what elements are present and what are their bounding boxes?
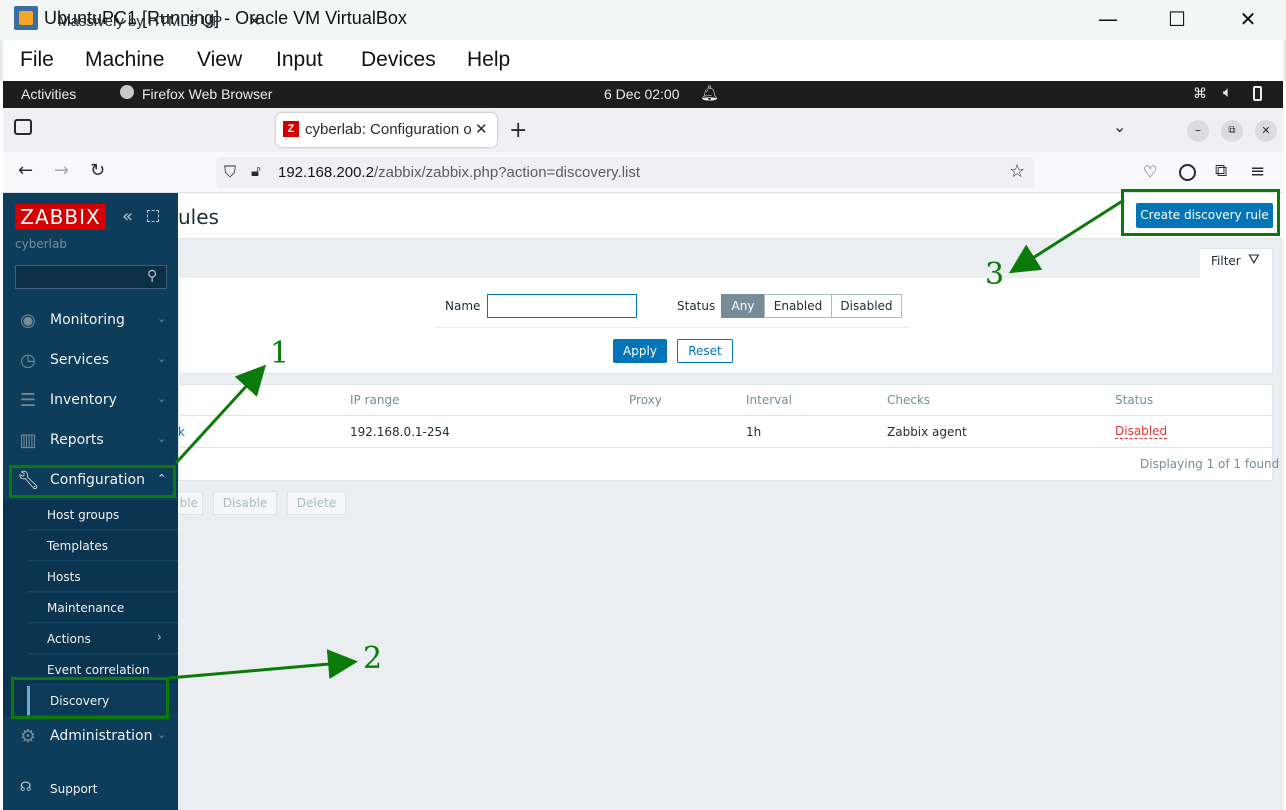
arrow-2 [168,649,358,680]
annotation-arrows [168,198,1125,680]
annotation-label-2: 2 [363,641,383,676]
arrow-1 [174,364,267,465]
annotation-label-3: 3 [985,257,1005,292]
arrow-3 [1008,198,1125,274]
annotation-label-1: 1 [270,336,290,371]
